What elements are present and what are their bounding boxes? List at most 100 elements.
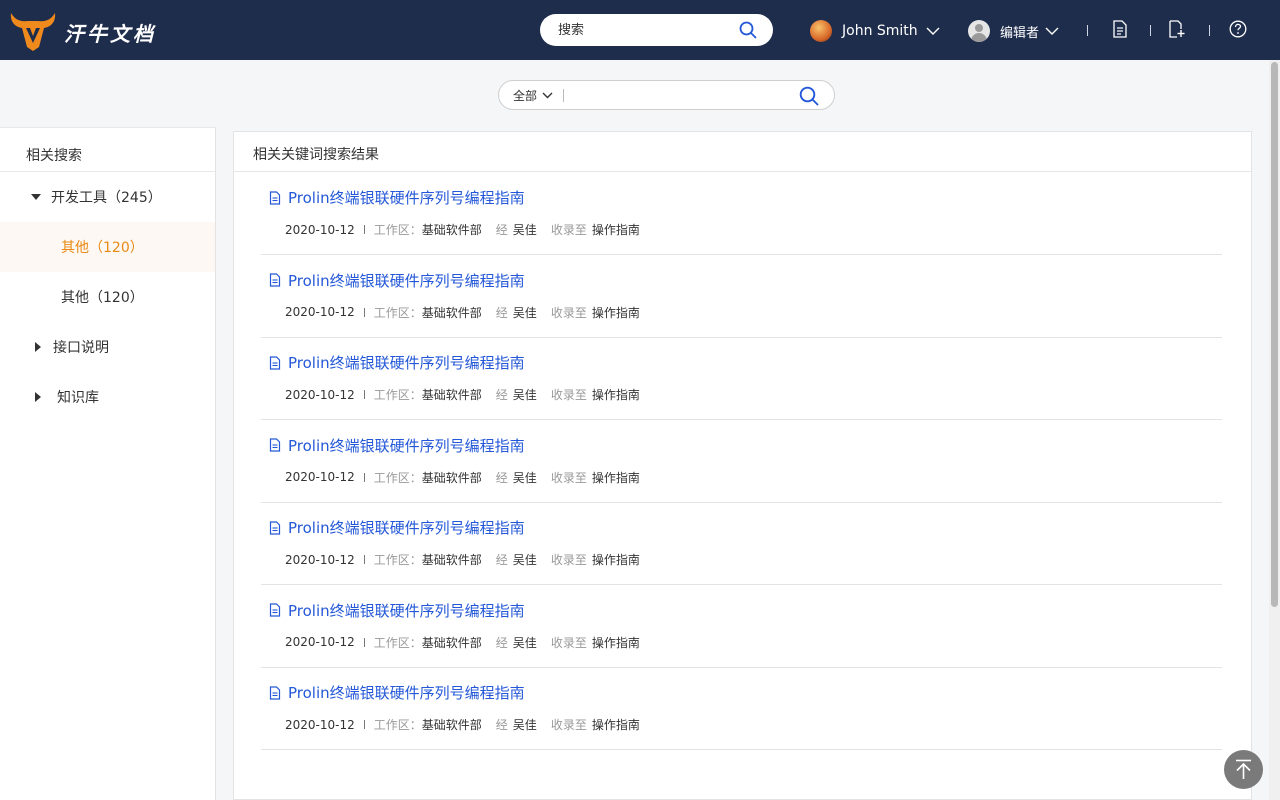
search-icon[interactable]	[739, 21, 757, 39]
related-search-sidebar: 相关搜索 开发工具（245） 其他（120） 其他（120） 接口说明 知识库	[0, 127, 216, 800]
search-icon[interactable]	[799, 86, 819, 106]
result-author[interactable]: 吴佳	[513, 551, 537, 568]
result-title-link[interactable]: Prolin终端银联硬件序列号编程指南	[269, 435, 525, 456]
back-to-top-button[interactable]	[1224, 750, 1263, 789]
divider	[1087, 25, 1088, 36]
sidebar-item-label: 其他（120）	[61, 240, 144, 256]
caret-right-icon	[35, 342, 41, 352]
by-label: 经	[495, 553, 508, 567]
result-workspace[interactable]: 基础软件部	[422, 304, 482, 321]
collected-label: 收录至	[550, 388, 587, 402]
result-meta: 2020-10-12 工作区： 基础软件部经吴佳 收录至 操作指南	[285, 469, 640, 486]
workspace-label: 工作区：	[373, 553, 422, 567]
page-scrollbar[interactable]	[1269, 60, 1280, 800]
caret-down-icon	[31, 194, 41, 200]
result-workspace[interactable]: 基础软件部	[422, 716, 482, 733]
sidebar-item-dev-tools[interactable]: 开发工具（245）	[0, 172, 215, 222]
divider	[363, 637, 365, 647]
result-workspace[interactable]: 基础软件部	[422, 221, 482, 238]
result-title-link[interactable]: Prolin终端银联硬件序列号编程指南	[269, 352, 525, 373]
sidebar-title: 相关搜索	[26, 148, 82, 164]
workspace-label: 工作区：	[373, 470, 422, 485]
result-collection[interactable]: 操作指南	[592, 304, 640, 321]
result-title-link[interactable]: Prolin终端银联硬件序列号编程指南	[269, 517, 525, 538]
collected-label: 收录至	[550, 470, 587, 485]
result-collection[interactable]: 操作指南	[592, 634, 640, 651]
collected-label: 收录至	[550, 553, 587, 567]
sidebar-item-label: 知识库	[57, 390, 99, 406]
result-title-link[interactable]: Prolin终端银联硬件序列号编程指南	[269, 682, 525, 703]
divider	[363, 472, 365, 482]
result-item: Prolin终端银联硬件序列号编程指南 2020-10-12 工作区： 基础软件部经吴…	[261, 585, 1222, 668]
search-results-panel: 相关关键词搜索结果 Prolin终端银联硬件序列号编程指南 2020-10-12 工…	[233, 131, 1252, 800]
sidebar-item-other-active[interactable]: 其他（120）	[0, 222, 215, 272]
bull-head-logo-icon[interactable]	[8, 9, 58, 53]
divider	[363, 555, 365, 564]
document-icon[interactable]	[1112, 20, 1128, 38]
result-collection[interactable]: 操作指南	[592, 469, 640, 486]
result-date: 2020-10-12	[285, 552, 355, 567]
divider	[363, 720, 365, 729]
top-navigation-bar: 汗牛文档 John Smith 编辑者	[0, 0, 1280, 60]
filter-search-box: 全部	[498, 80, 835, 110]
divider	[1209, 25, 1210, 36]
global-search-input[interactable]	[558, 20, 738, 40]
workspace-label: 工作区：	[373, 388, 422, 402]
collected-label: 收录至	[550, 223, 587, 237]
sidebar-item-other[interactable]: 其他（120）	[0, 272, 215, 322]
result-workspace[interactable]: 基础软件部	[422, 469, 482, 486]
document-icon	[269, 520, 281, 535]
result-meta: 2020-10-12 工作区： 基础软件部经吴佳 收录至 操作指南	[285, 221, 640, 238]
result-author[interactable]: 吴佳	[513, 386, 537, 403]
result-title-link[interactable]: Prolin终端银联硬件序列号编程指南	[269, 187, 525, 208]
result-date: 2020-10-12	[285, 305, 355, 319]
result-item: Prolin终端银联硬件序列号编程指南 2020-10-12 工作区： 基础软件部经吴…	[261, 420, 1222, 503]
result-item: Prolin终端银联硬件序列号编程指南 2020-10-12 工作区： 基础软件部经吴…	[261, 667, 1222, 750]
result-workspace[interactable]: 基础软件部	[422, 386, 482, 403]
user-menu[interactable]: John Smith	[810, 19, 940, 43]
result-workspace[interactable]: 基础软件部	[422, 551, 482, 568]
result-title: Prolin终端银联硬件序列号编程指南	[288, 189, 525, 207]
result-author[interactable]: 吴佳	[513, 716, 537, 733]
sidebar-item-knowledge-base[interactable]: 知识库	[0, 372, 215, 422]
result-item: Prolin终端银联硬件序列号编程指南 2020-10-12 工作区： 基础软件部经吴…	[261, 337, 1222, 420]
result-date: 2020-10-12	[285, 470, 355, 484]
scope-dropdown[interactable]: 全部	[513, 87, 553, 104]
global-search-box	[540, 14, 773, 46]
result-workspace[interactable]: 基础软件部	[422, 634, 482, 651]
by-label: 经	[495, 305, 508, 320]
result-item: Prolin终端银联硬件序列号编程指南 2020-10-12 工作区： 基础软件部经吴…	[261, 255, 1222, 338]
result-collection[interactable]: 操作指南	[592, 386, 640, 403]
result-item: Prolin终端银联硬件序列号编程指南 2020-10-12 工作区： 基础软件部经吴…	[261, 172, 1222, 255]
arrow-up-to-top-icon	[1236, 759, 1251, 779]
divider	[363, 390, 365, 399]
help-icon[interactable]	[1229, 20, 1247, 38]
results-title: 相关关键词搜索结果	[253, 147, 379, 163]
result-collection[interactable]: 操作指南	[592, 551, 640, 568]
filter-search-input[interactable]	[571, 86, 791, 104]
document-icon	[269, 190, 281, 205]
result-author[interactable]: 吴佳	[513, 469, 537, 486]
chevron-down-icon	[926, 27, 940, 35]
role-menu[interactable]: 编辑者	[968, 19, 1059, 43]
result-collection[interactable]: 操作指南	[592, 221, 640, 238]
result-meta: 2020-10-12 工作区： 基础软件部经吴佳 收录至 操作指南	[285, 716, 640, 733]
sidebar-item-api-docs[interactable]: 接口说明	[0, 322, 215, 372]
caret-right-icon	[35, 392, 41, 402]
new-document-icon[interactable]	[1168, 20, 1186, 38]
sidebar-item-label: 其他（120）	[61, 290, 144, 306]
divider	[1150, 25, 1151, 36]
workspace-label: 工作区：	[373, 305, 422, 320]
collected-label: 收录至	[550, 305, 587, 320]
result-author[interactable]: 吴佳	[513, 634, 537, 651]
result-collection[interactable]: 操作指南	[592, 716, 640, 733]
result-author[interactable]: 吴佳	[513, 304, 537, 321]
by-label: 经	[495, 635, 508, 650]
result-title-link[interactable]: Prolin终端银联硬件序列号编程指南	[269, 270, 525, 291]
result-title-link[interactable]: Prolin终端银联硬件序列号编程指南	[269, 600, 525, 621]
result-meta: 2020-10-12 工作区： 基础软件部经吴佳 收录至 操作指南	[285, 634, 640, 651]
result-date: 2020-10-12	[285, 387, 355, 402]
user-avatar	[810, 20, 832, 42]
result-author[interactable]: 吴佳	[513, 221, 537, 238]
scrollbar-thumb[interactable]	[1271, 62, 1278, 607]
